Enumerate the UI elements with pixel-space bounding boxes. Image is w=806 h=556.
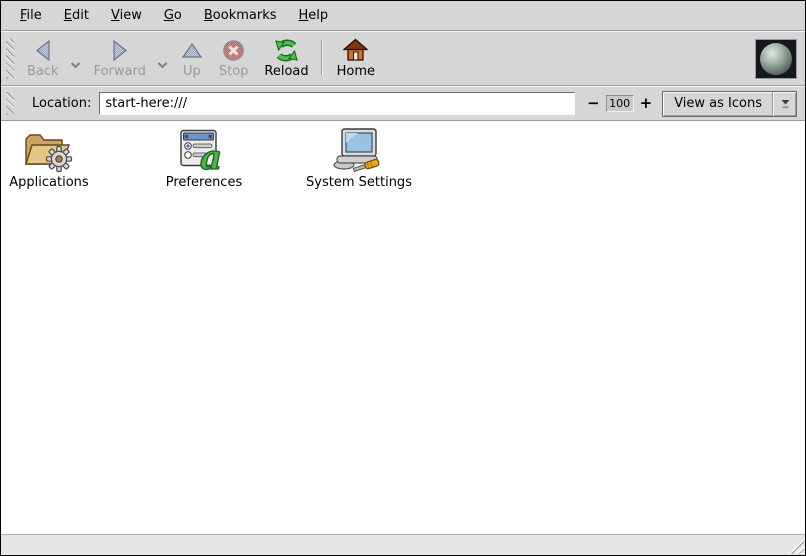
preferences-capplet-icon: a (179, 127, 229, 173)
stop-icon (222, 37, 245, 63)
chevron-down-icon (157, 62, 168, 69)
reload-label: Reload (264, 65, 308, 79)
back-label: Back (27, 65, 59, 79)
forward-label: Forward (94, 65, 146, 79)
menu-go[interactable]: Go (153, 3, 193, 28)
location-label: Location: (32, 96, 91, 111)
menu-bar: File Edit View Go Bookmarks Help (1, 1, 805, 30)
toolbar: Back Forward Up (1, 32, 805, 85)
file-manager-window: File Edit View Go Bookmarks Help Back Fo… (0, 0, 806, 556)
item-label: Preferences (166, 176, 242, 190)
svg-text:a: a (200, 138, 222, 173)
toolbar-separator (321, 40, 323, 75)
item-label: Applications (9, 176, 88, 190)
menu-bookmarks[interactable]: Bookmarks (193, 3, 288, 28)
status-bar (1, 534, 805, 555)
location-input[interactable] (99, 92, 575, 115)
zoom-out-button[interactable]: − (587, 96, 600, 111)
home-button[interactable]: Home (329, 34, 383, 83)
forward-button[interactable]: Forward (86, 34, 154, 83)
dropdown-indicator-icon (774, 97, 796, 111)
view-as-dropdown[interactable]: View as Icons (662, 91, 797, 117)
forward-history-dropdown[interactable] (155, 60, 170, 71)
toolbar-grip-handle[interactable] (6, 38, 14, 79)
chevron-down-icon (70, 62, 81, 69)
stop-button[interactable]: Stop (211, 34, 257, 83)
computer-screwdriver-icon (331, 127, 387, 173)
view-as-label: View as Icons (674, 96, 762, 111)
location-bar: Location: − 100 + View as Icons (1, 87, 805, 120)
menu-view[interactable]: View (100, 3, 153, 28)
home-label: Home (337, 65, 375, 79)
home-icon (343, 37, 368, 63)
nautilus-throbber-icon (755, 39, 797, 79)
up-button[interactable]: Up (173, 34, 211, 83)
zoom-in-button[interactable]: + (640, 96, 653, 111)
stop-label: Stop (219, 65, 249, 79)
reload-button[interactable]: Reload (256, 34, 316, 83)
throbber-sphere (760, 43, 792, 75)
menu-edit[interactable]: Edit (53, 3, 100, 28)
item-label: System Settings (306, 176, 412, 190)
desktop-item-applications[interactable]: Applications (0, 127, 104, 190)
reload-icon (273, 37, 300, 63)
folder-gear-icon (22, 127, 76, 173)
location-bar-grip-handle[interactable] (6, 92, 14, 115)
back-button[interactable]: Back (19, 34, 67, 83)
desktop-item-system-settings[interactable]: System Settings (304, 127, 414, 190)
arrow-left-icon (33, 37, 53, 63)
menu-help[interactable]: Help (288, 3, 340, 28)
arrow-right-icon (110, 37, 130, 63)
resize-grip-handle[interactable] (789, 539, 804, 554)
zoom-controls: − 100 + (587, 95, 652, 112)
icon-view-content: Applications a Preferences (1, 122, 805, 534)
desktop-item-preferences[interactable]: a Preferences (149, 127, 259, 190)
zoom-level-indicator: 100 (606, 95, 634, 112)
up-label: Up (183, 65, 201, 79)
menu-file[interactable]: File (9, 3, 53, 28)
back-history-dropdown[interactable] (68, 60, 83, 71)
arrow-up-icon (181, 37, 203, 63)
